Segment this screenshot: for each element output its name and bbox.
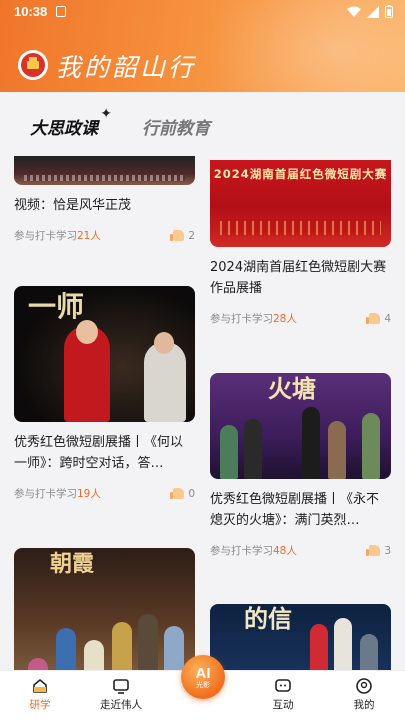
status-time: 10:38 xyxy=(14,4,48,19)
nav-label: 我的 xyxy=(353,699,375,711)
card-title: 视频：恰是风华正茂 xyxy=(14,198,132,213)
tab-da-si-zheng-ke[interactable]: 大思政课 ✦ xyxy=(30,106,112,143)
like-count: 0 xyxy=(188,487,195,500)
card-thumbnail: 一师 xyxy=(14,286,195,422)
nav-label: 走近伟人 xyxy=(100,699,142,711)
tv-icon xyxy=(113,679,129,694)
participation-count: 19 xyxy=(77,488,91,500)
nav-item-yanxue[interactable]: 研学 xyxy=(5,671,75,721)
content-tabs: 大思政课 ✦ 行前教育 xyxy=(0,92,405,156)
participation-text: 参与打卡学习21人 xyxy=(14,230,101,242)
tab-label: 大思政课 xyxy=(30,119,98,139)
participation-text: 参与打卡学习19人 xyxy=(14,488,101,500)
sparkle-icon: ✦ xyxy=(100,106,112,122)
card-thumbnail: 2024湖南首届红色微短剧大赛 xyxy=(210,160,391,247)
feed-card[interactable]: 的信 xyxy=(210,604,391,670)
card-thumbnail: 朝霞 xyxy=(14,548,195,670)
emblem-icon xyxy=(21,53,45,77)
thumbs-up-icon xyxy=(170,488,185,499)
participation-count: 48 xyxy=(273,545,287,557)
card-meta: 参与打卡学习21人 2 xyxy=(14,228,195,243)
participation-count: 28 xyxy=(273,313,287,325)
ai-button-label: AI xyxy=(195,664,211,682)
feed-card[interactable]: 视频：恰是风华正茂 参与打卡学习21人 2 xyxy=(14,156,195,243)
like-count: 3 xyxy=(384,544,391,557)
card-meta: 参与打卡学习28人 4 xyxy=(210,311,391,326)
feed-card[interactable]: 2024湖南首届红色微短剧大赛 2024湖南首届红色微短剧大赛作品展播 参与打卡… xyxy=(210,160,391,326)
participation-text: 参与打卡学习28人 xyxy=(210,313,297,325)
app-header: 10:38 我的韶山行 xyxy=(0,0,405,92)
card-thumbnail: 的信 xyxy=(210,604,391,670)
nav-item-wode[interactable]: 我的 xyxy=(329,671,399,721)
thumbnail-caption: 火塘 xyxy=(268,374,316,403)
card-title: 优秀红色微短剧展播丨《何以一师》：跨时空对话，答… xyxy=(14,435,184,471)
app-title: 我的韶山行 xyxy=(56,53,197,82)
thumbs-up-icon xyxy=(170,230,185,241)
participation-count: 21 xyxy=(77,230,91,242)
ai-button-sublabel: 光影 xyxy=(196,680,210,689)
nav-item-zoujin-weiren[interactable]: 走近伟人 xyxy=(86,671,156,721)
home-icon xyxy=(33,679,47,693)
notification-icon xyxy=(56,6,66,17)
article-feed: 视频：恰是风华正茂 参与打卡学习21人 2 2024湖南首届红色微短剧大赛 20… xyxy=(0,156,405,670)
feed-card[interactable]: 朝霞 xyxy=(14,548,195,670)
chat-icon xyxy=(275,679,291,692)
card-meta: 参与打卡学习19人 0 xyxy=(14,486,195,501)
thumbs-up-icon xyxy=(366,313,381,324)
feed-card[interactable]: 火塘 优秀红色微短剧展播丨《永不熄灭的火塘》：满门英烈… 参与打卡学习48人 3 xyxy=(210,373,391,558)
card-thumbnail xyxy=(14,156,195,185)
wifi-icon xyxy=(347,6,361,17)
nav-label: 研学 xyxy=(29,699,51,711)
like-button[interactable]: 2 xyxy=(170,229,195,242)
card-meta: 参与打卡学习48人 3 xyxy=(210,543,391,558)
signal-icon xyxy=(367,5,379,18)
thumbnail-caption: 朝霞 xyxy=(50,551,95,577)
thumbnail-caption: 一师 xyxy=(28,290,85,323)
thumbnail-caption: 的信 xyxy=(244,604,292,633)
feed-card[interactable]: 一师 优秀红色微短剧展播丨《何以一师》：跨时空对话，答… 参与打卡学习19人 0 xyxy=(14,286,195,501)
status-bar: 10:38 xyxy=(0,0,405,24)
nav-label: 互动 xyxy=(272,699,294,711)
card-title: 2024湖南首届红色微短剧大赛作品展播 xyxy=(210,260,387,296)
ai-button[interactable]: AI 光影 xyxy=(181,655,225,699)
tab-xing-qian-jiao-yu[interactable]: 行前教育 xyxy=(142,114,210,139)
thumbs-up-icon xyxy=(366,545,381,556)
status-icons xyxy=(347,5,393,18)
like-button[interactable]: 4 xyxy=(366,312,391,325)
like-count: 2 xyxy=(188,229,195,242)
like-count: 4 xyxy=(384,312,391,325)
nav-item-hudong[interactable]: 互动 xyxy=(248,671,318,721)
like-button[interactable]: 3 xyxy=(366,544,391,557)
participation-text: 参与打卡学习48人 xyxy=(210,545,297,557)
profile-icon xyxy=(356,678,372,694)
thumbnail-caption: 2024湖南首届红色微短剧大赛 xyxy=(213,167,388,181)
like-button[interactable]: 0 xyxy=(170,487,195,500)
card-thumbnail: 火塘 xyxy=(210,373,391,479)
tab-label: 行前教育 xyxy=(142,119,210,139)
battery-icon xyxy=(385,5,393,18)
app-logo xyxy=(18,50,48,80)
card-title: 优秀红色微短剧展播丨《永不熄灭的火塘》：满门英烈… xyxy=(210,492,380,528)
